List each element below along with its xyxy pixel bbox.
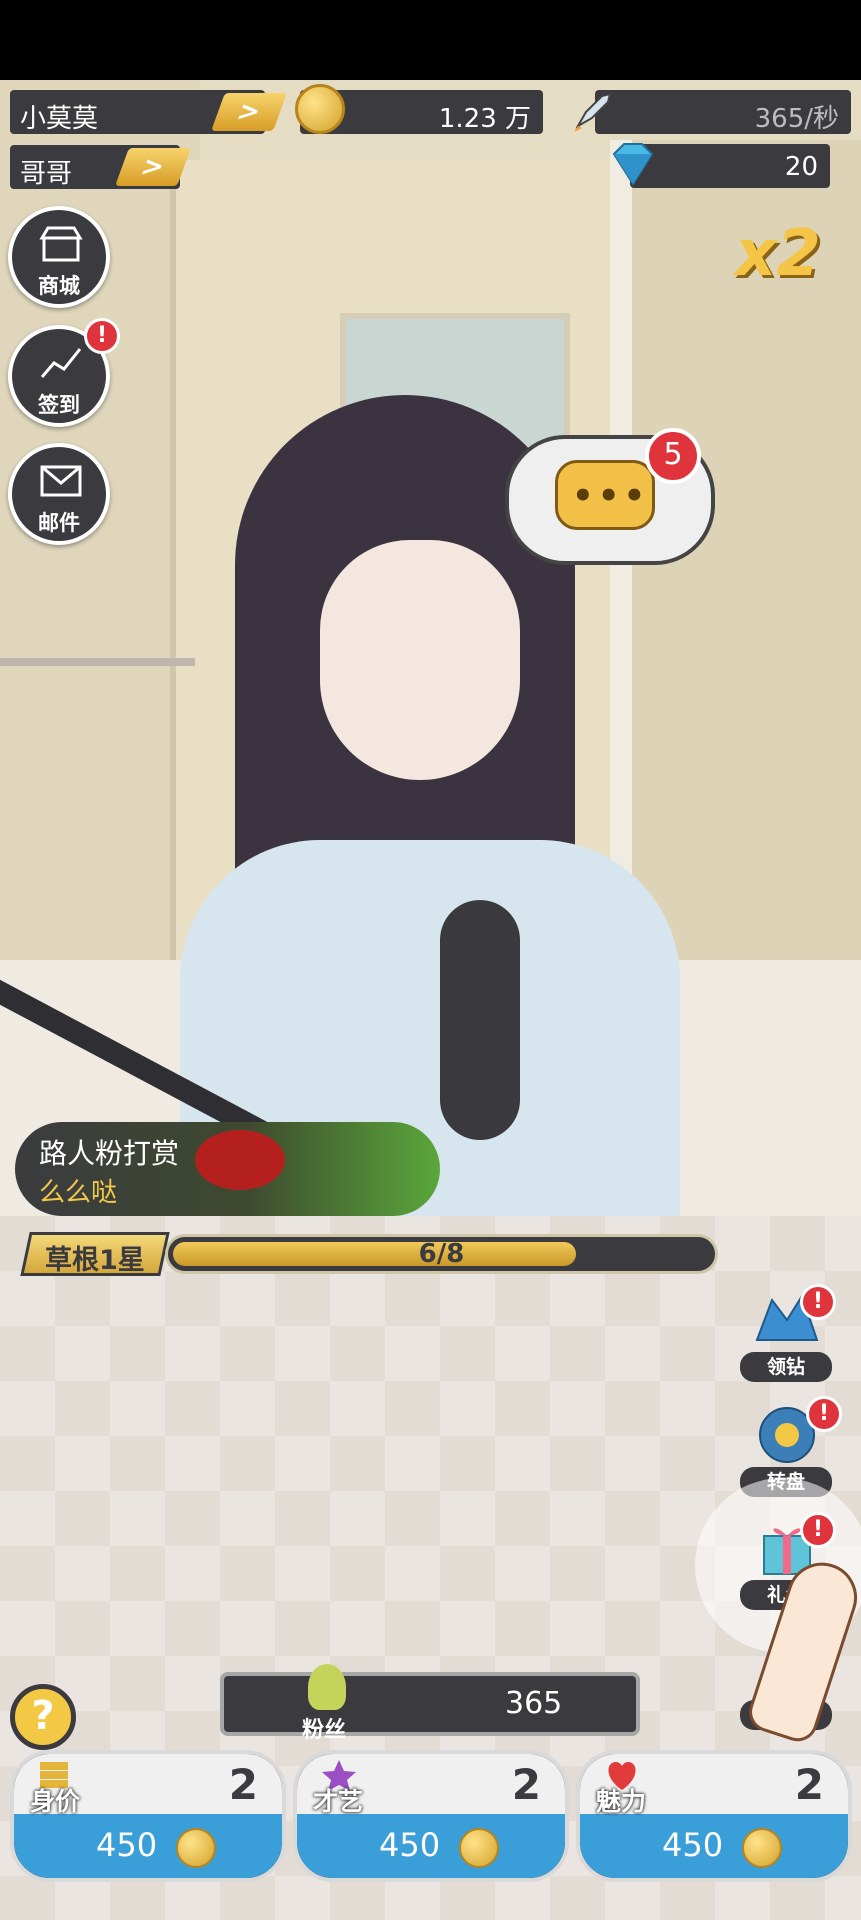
checkin-label: 签到 [38, 393, 80, 417]
trend-icon [40, 348, 82, 378]
rank-progress-text: 6/8 [418, 1239, 465, 1269]
coin-icon [295, 84, 345, 134]
kiss-lips-icon [195, 1130, 285, 1190]
upgrade-talent-card[interactable]: 才艺 2 450 [293, 1750, 569, 1882]
shop-label: 商城 [38, 274, 80, 298]
chat-dots: ••• [572, 476, 650, 516]
coin-icon [459, 1828, 499, 1868]
fans-label: 粉丝 [302, 1718, 347, 1743]
stat-name: 才艺 [313, 1787, 364, 1816]
coins-value: 1.23 万 [438, 104, 531, 134]
player-title: 哥哥 [20, 159, 73, 189]
upgrade-cost: 450 [662, 1826, 724, 1864]
shop-button[interactable]: 商城 [8, 206, 110, 308]
tip-message: 么么哒 [39, 1178, 118, 1208]
live-room-scene [0, 80, 861, 1216]
coin-icon [176, 1828, 216, 1868]
status-bar [0, 0, 861, 80]
income-rate-value: 365/秒 [754, 104, 839, 134]
rank-progress-bar: 6/8 [165, 1234, 718, 1274]
envelope-icon [40, 465, 82, 497]
upgrade-cost: 450 [379, 1826, 441, 1864]
fans-value: 365 [505, 1686, 563, 1721]
checkin-alert-badge: ! [84, 318, 120, 354]
income-rate-plate: 365/秒 [595, 90, 851, 134]
rank-label: 草根1星 [45, 1245, 145, 1276]
diamonds-value: 20 [784, 152, 818, 182]
mail-button[interactable]: 邮件 [8, 443, 110, 545]
shop-icon [39, 226, 83, 262]
stat-level: 2 [228, 1760, 258, 1809]
claim-diamond-label: 领钻 [740, 1352, 832, 1382]
help-button[interactable]: ? [10, 1684, 76, 1750]
fans-icon [308, 1664, 346, 1710]
fans-plate [220, 1672, 640, 1736]
stat-name: 魅力 [596, 1787, 647, 1816]
claim-diamond-alert-badge: ! [800, 1284, 836, 1320]
wheel-alert-badge: ! [806, 1396, 842, 1432]
coin-icon [742, 1828, 782, 1868]
tip-sender: 路人粉打赏 [39, 1137, 180, 1170]
gift-pack-alert-badge: ! [800, 1512, 836, 1548]
player-name: 小莫莫 [20, 103, 99, 133]
upgrade-charm-card[interactable]: 魅力 2 450 [576, 1750, 852, 1882]
upgrade-worth-card[interactable]: 身价 2 450 [10, 1750, 286, 1882]
mail-label: 邮件 [38, 511, 80, 535]
diamonds-plate: 20 [630, 144, 830, 188]
diamond-icon [612, 143, 654, 186]
double-income-button[interactable]: x2 [735, 217, 821, 291]
shelf [0, 658, 195, 666]
stat-level: 2 [794, 1760, 824, 1809]
rocket-icon [574, 92, 612, 132]
stat-name: 身价 [30, 1787, 81, 1816]
upgrade-cost: 450 [96, 1826, 158, 1864]
microphone [440, 900, 520, 1140]
streamer-face[interactable] [320, 540, 520, 780]
stat-level: 2 [511, 1760, 541, 1809]
chat-count-badge: 5 [645, 428, 701, 484]
